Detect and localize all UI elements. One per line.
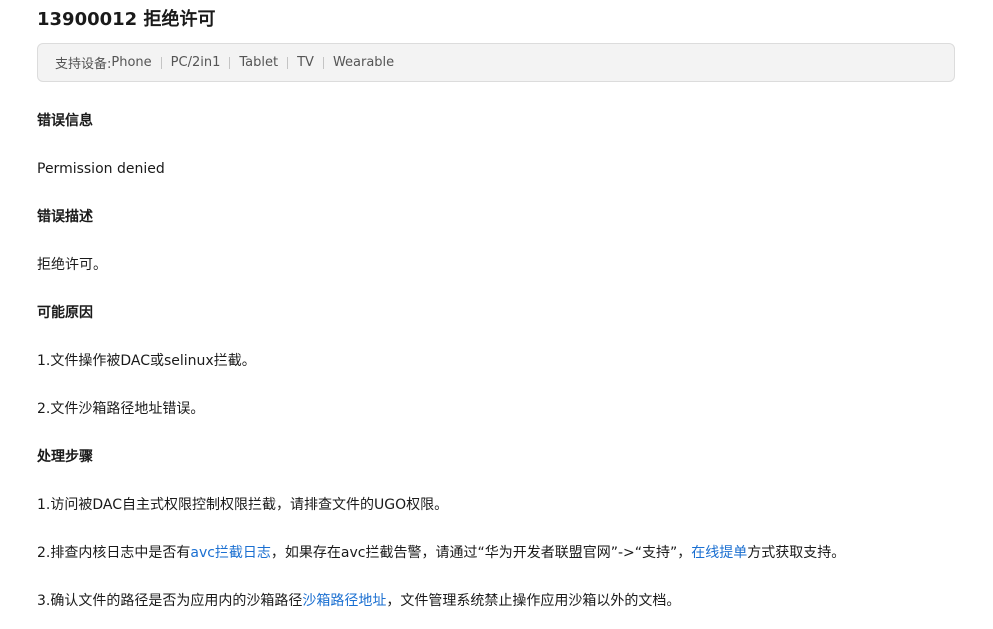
online-ticket-link[interactable]: 在线提单 (691, 545, 747, 561)
step2-text-before: 2.排查内核日志中是否有 (37, 545, 191, 561)
error-info-heading: 错误信息 (37, 113, 93, 129)
step2-text-middle: ，如果存在avc拦截告警，请通过“华为开发者联盟官网”->“支持”， (270, 545, 692, 561)
supported-devices-bar: 支持设备: Phone PC/2in1 Tablet TV Wearable (37, 43, 955, 82)
device-phone: Phone (111, 55, 152, 70)
step-item-1: 1.访问被DAC自主式权限控制权限拦截，请排查文件的UGO权限。 (37, 497, 449, 513)
step-item-3: 3.确认文件的路径是否为应用内的沙箱路径沙箱路径地址，文件管理系统禁止操作应用沙… (37, 591, 680, 611)
step-item-2: 2.排查内核日志中是否有avc拦截日志，如果存在avc拦截告警，请通过“华为开发… (37, 543, 845, 563)
device-tablet: Tablet (239, 55, 279, 70)
cause-item-2: 2.文件沙箱路径地址错误。 (37, 401, 205, 417)
step3-text-after: ，文件管理系统禁止操作应用沙箱以外的文档。 (386, 593, 681, 609)
error-desc-heading: 错误描述 (37, 209, 93, 225)
error-desc-text: 拒绝许可。 (37, 257, 107, 273)
steps-heading: 处理步骤 (37, 449, 93, 465)
device-wearable: Wearable (332, 55, 395, 70)
device-pc-2in1: PC/2in1 (170, 55, 221, 70)
error-info-text: Permission denied (37, 161, 165, 177)
causes-heading: 可能原因 (37, 305, 93, 321)
step3-text-before: 3.确认文件的路径是否为应用内的沙箱路径 (37, 593, 303, 609)
cause-item-1: 1.文件操作被DAC或selinux拦截。 (37, 353, 256, 369)
supported-devices-label: 支持设备: (55, 57, 112, 72)
page-title: 13900012 拒绝许可 (37, 9, 216, 30)
step2-text-after: 方式获取支持。 (747, 545, 846, 561)
sandbox-path-link[interactable]: 沙箱路径地址 (302, 593, 386, 609)
device-tv: TV (297, 55, 314, 70)
device-separator (287, 56, 289, 69)
avc-log-link[interactable]: avc拦截日志 (190, 545, 271, 561)
device-separator (160, 56, 162, 69)
device-separator (322, 56, 324, 69)
device-separator (229, 56, 231, 69)
